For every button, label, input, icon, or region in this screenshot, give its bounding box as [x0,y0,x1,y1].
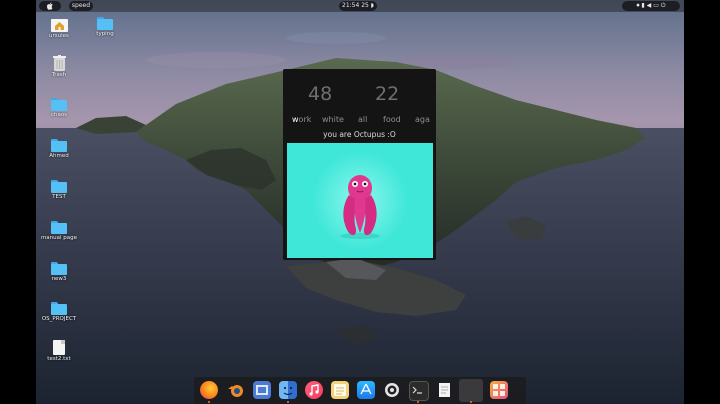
music-icon [309,384,319,396]
dock-text-editor[interactable] [435,381,453,399]
left-letterbox [0,0,36,404]
clock: 21:54 [342,2,360,9]
screenshot-icon [256,385,268,395]
status-icon: ◗ [370,2,374,9]
desktop-icon-label: new3 [51,276,67,282]
word: all [358,115,368,124]
screen: speed 21:54 25 ◗ ⏺ ▮ ◀ ▭ ⏻ ursules typin… [0,0,720,404]
result-image [287,143,433,258]
text-file-icon [53,340,65,355]
desktop-icon-trash[interactable]: Trash [37,55,81,79]
dock [194,377,526,404]
word: aga [415,115,430,124]
desktop[interactable]: speed 21:54 25 ◗ ⏺ ▮ ◀ ▭ ⏻ ursules typin… [36,0,684,404]
trash-icon [52,55,66,71]
desktop-icon-label: typing [96,31,114,37]
desktop-icon-manual-page[interactable]: manual page [37,221,81,242]
dock-screenshot[interactable] [253,381,271,399]
word: food [383,115,401,124]
desktop-icon-typing[interactable]: typing [83,17,127,38]
octopus-illustration [312,151,408,251]
apple-menu[interactable] [39,1,61,11]
desktop-icon-label: OS_PROJECT [41,316,77,322]
running-indicator [287,401,289,403]
typing-app-window[interactable]: 48 22 work white all food aga you are Oc… [283,69,436,260]
clock-pill[interactable]: 21:54 25 ◗ [339,1,377,11]
settings-icon [385,383,399,397]
top-bar: speed 21:54 25 ◗ ⏺ ▮ ◀ ▭ ⏻ [36,0,684,12]
finder-icon [283,387,293,395]
word: white [322,115,344,124]
system-tray[interactable]: ⏺ ▮ ◀ ▭ ⏻ [622,1,680,11]
folder-icon [51,180,67,193]
indicator-value: 25 [361,2,369,9]
active-app-name[interactable]: speed [69,1,93,11]
current-word: work [292,115,311,124]
desktop-icon-label: Trash [51,72,67,78]
desktop-icon-test[interactable]: TEST [37,180,81,201]
folder-icon [97,17,113,30]
dock-settings[interactable] [383,381,401,399]
network-icon[interactable]: ▮ [641,2,644,9]
folder-icon [51,302,67,315]
apple-icon [46,2,53,10]
dock-terminal[interactable] [409,381,429,401]
terminal-icon [412,386,422,394]
word-list: work white all food aga [283,115,436,125]
volume-icon[interactable]: ◀ [647,2,652,9]
dock-music[interactable] [305,381,323,399]
home-folder-icon [50,19,68,32]
result-text: you are Octupus :O [323,130,396,139]
desktop-icon-label: test2.txt [47,356,71,362]
desktop-icon-new3[interactable]: new3 [37,262,81,283]
desktop-icon-home[interactable]: ursules [37,17,81,40]
right-counter: 22 [375,83,400,105]
desktop-icon-os-project[interactable]: OS_PROJECT [37,302,81,323]
running-indicator [208,401,210,403]
notes-icon [334,384,346,396]
dock-notes[interactable] [331,381,349,399]
desktop-icon-label: ursules [49,33,69,39]
folder-icon [51,262,67,275]
dock-running-app[interactable] [459,379,483,402]
folder-icon [51,221,67,234]
desktop-icon-label: Ahmed [49,153,69,159]
desktop-icon-test2-txt[interactable]: test2.txt [37,340,81,363]
left-counter: 48 [308,83,333,105]
running-indicator [417,401,419,403]
power-icon[interactable]: ⏻ [661,2,666,9]
running-indicator [470,401,472,403]
dock-finder[interactable] [279,381,297,399]
blender-icon [228,385,243,397]
record-icon[interactable]: ⏺ [636,2,639,9]
desktop-icon-label: chaos [50,112,68,118]
launcher-icon [493,384,505,396]
desktop-icon-ahmed[interactable]: Ahmed [37,139,81,160]
remaining-letters: ork [298,115,312,124]
app-store-icon [360,383,372,395]
desktop-icon-label: manual page [40,235,78,241]
desktop-icon-chaos[interactable]: chaos [37,98,81,119]
dock-launcher[interactable] [490,381,508,399]
folder-icon [51,139,67,152]
dock-blender[interactable] [227,381,245,399]
desktop-icon-label: TEST [52,194,66,200]
battery-icon[interactable]: ▭ [653,2,659,9]
dock-app-store[interactable] [357,381,375,399]
dock-firefox[interactable] [200,381,218,399]
folder-icon [51,98,67,111]
right-letterbox [684,0,720,404]
text-editor-icon [439,383,450,397]
